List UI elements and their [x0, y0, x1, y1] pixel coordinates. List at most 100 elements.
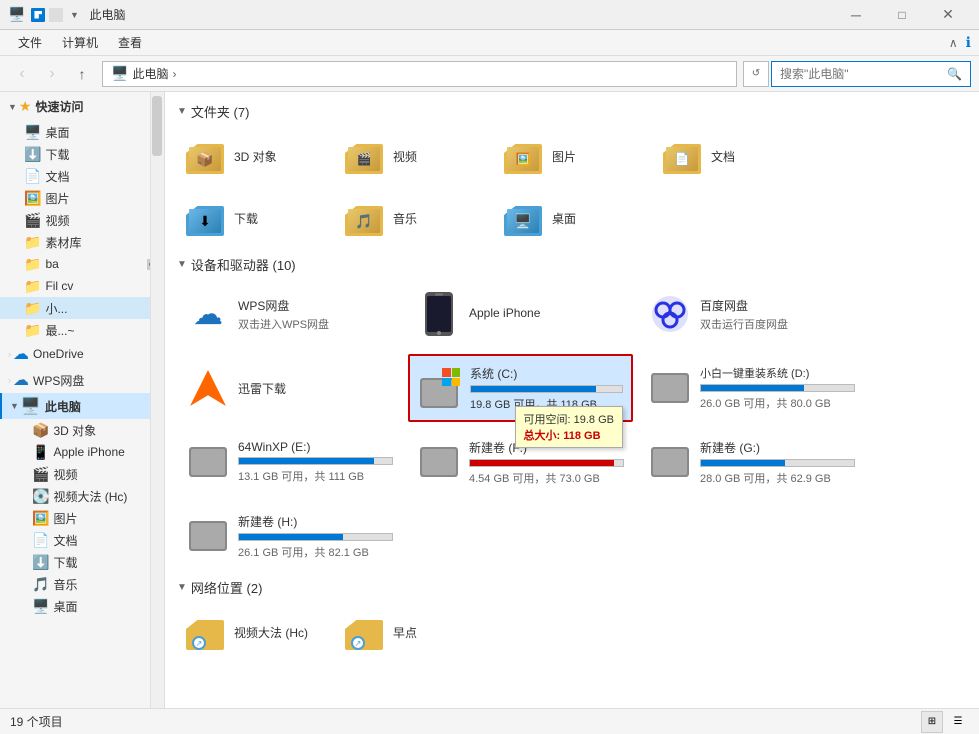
thispc-label: 此电脑 [45, 398, 81, 415]
sidebar-item-doc[interactable]: 📄 文档 📌 [0, 165, 164, 187]
folder-desktop-label: 桌面 [552, 210, 576, 227]
search-bar: 🔍 [771, 61, 971, 87]
sidebar-baer-label: ba [45, 257, 145, 271]
folder-music-label: 音乐 [393, 210, 417, 227]
folder-music[interactable]: 🎵 音乐 [336, 189, 491, 247]
folder-video-label: 视频 [393, 148, 417, 165]
drive-g-details: 28.0 GB 可用，共 62.9 GB [700, 470, 855, 486]
toolbar: ‹ › ↑ 🖥️ 此电脑 › ↺ 🔍 [0, 56, 979, 92]
onedrive-label: OneDrive [33, 347, 84, 361]
drive-h-name: 新建卷 (H:) [238, 513, 393, 530]
maximize-button[interactable]: □ [879, 0, 925, 30]
sidebar: ▼ ★ 快速访问 🖥️ 桌面 📌 ⬇️ 下载 📌 📄 文档 📌 [0, 92, 165, 708]
sidebar-wps[interactable]: › ☁ WPS网盘 [0, 367, 164, 393]
view-large-icon-button[interactable]: ⊞ [921, 711, 943, 733]
view-detail-button[interactable]: ☰ [947, 711, 969, 733]
folder-doc[interactable]: 📄 文档 [654, 127, 809, 185]
status-count: 19 个项目 [10, 713, 63, 730]
folder-picture[interactable]: 🖼️ 图片 [495, 127, 650, 185]
breadcrumb-sep: › [172, 67, 176, 81]
titlebar-icon: 🖥️ [8, 6, 25, 23]
sidebar-item-iphone[interactable]: 📱 Apple iPhone [0, 441, 164, 463]
drive-h[interactable]: 新建卷 (H:) 26.1 GB 可用，共 82.1 GB [177, 502, 402, 570]
drive-c-name: 系统 (C:) [470, 365, 623, 382]
folder-desktop[interactable]: 🖥️ 桌面 [495, 189, 650, 247]
sidebar-sucaiku-label: 素材库 [45, 234, 160, 251]
folders-header[interactable]: ▼ 文件夹 (7) [177, 102, 967, 121]
network-header[interactable]: ▼ 网络位置 (2) [177, 578, 967, 597]
sidebar-download-label: 下载 [45, 146, 150, 163]
sidebar-item-music2[interactable]: 🎵 音乐 [0, 573, 164, 595]
folder-video[interactable]: 🎬 视频 [336, 127, 491, 185]
drive-e-details: 13.1 GB 可用，共 111 GB [238, 468, 393, 484]
drive-d-details: 26.0 GB 可用，共 80.0 GB [700, 395, 855, 411]
network-videohc[interactable]: ↗ 视频大法 (Hc) [177, 603, 332, 661]
folder-download[interactable]: ⬇ 下载 [177, 189, 332, 247]
sidebar-item-video[interactable]: 🎬 视频 [0, 209, 164, 231]
drive-baidu[interactable]: 百度网盘 双击运行百度网盘 [639, 280, 864, 348]
sidebar-item-baer[interactable]: 📁 ba er [0, 253, 164, 275]
drive-f-details: 4.54 GB 可用，共 73.0 GB [469, 470, 624, 486]
drive-d[interactable]: 小白一键重装系统 (D:) 26.0 GB 可用，共 80.0 GB [639, 354, 864, 422]
back-button[interactable]: ‹ [8, 60, 36, 88]
drive-thunder[interactable]: 迅雷下载 [177, 354, 402, 422]
wps-drive-name: WPS网盘 [238, 297, 329, 314]
menu-file[interactable]: 文件 [8, 30, 52, 55]
folder-3d[interactable]: 📦 3D 对象 [177, 127, 332, 185]
sidebar-item-pic2[interactable]: 🖼️ 图片 [0, 507, 164, 529]
search-input[interactable] [780, 67, 947, 81]
sidebar-item-sucaikù[interactable]: 📁 素材库 [0, 231, 164, 253]
wps-label: WPS网盘 [33, 372, 84, 389]
search-icon[interactable]: 🔍 [947, 67, 962, 81]
sidebar-item-dsk2[interactable]: 🖥️ 桌面 [0, 595, 164, 617]
folders-arrow: ▼ [177, 106, 187, 117]
sidebar-item-desktop[interactable]: 🖥️ 桌面 📌 [0, 121, 164, 143]
sidebar-item-small[interactable]: 📁 小... [0, 297, 164, 319]
sidebar-item-filcv[interactable]: 📁 Fil cv [0, 275, 164, 297]
quick-access-label: 快速访问 [35, 98, 83, 115]
menu-computer[interactable]: 计算机 [52, 30, 108, 55]
sidebar-item-last[interactable]: 📁 最...~ [0, 319, 164, 341]
network-zaodian[interactable]: ↗ 早点 [336, 603, 491, 661]
sidebar-thispc[interactable]: ▼ 🖥️ 此电脑 [0, 393, 164, 419]
sidebar-item-3d[interactable]: 📦 3D 对象 [0, 419, 164, 441]
info-icon[interactable]: ℹ [966, 34, 971, 51]
sidebar-item-download[interactable]: ⬇️ 下载 📌 [0, 143, 164, 165]
baidu-drive-sub: 双击运行百度网盘 [700, 316, 788, 332]
breadcrumb-bar[interactable]: 🖥️ 此电脑 › [102, 61, 737, 87]
network-zaodian-label: 早点 [393, 624, 417, 641]
minimize-button[interactable]: ─ [833, 0, 879, 30]
sidebar-item-video2[interactable]: 🎬 视频 [0, 463, 164, 485]
network-arrow: ▼ [177, 582, 187, 593]
baidu-drive-name: 百度网盘 [700, 297, 788, 314]
statusbar: 19 个项目 ⊞ ☰ [0, 708, 979, 734]
sidebar-item-picture[interactable]: 🖼️ 图片 📌 [0, 187, 164, 209]
devices-arrow: ▼ [177, 259, 187, 270]
sidebar-quick-access-header[interactable]: ▼ ★ 快速访问 [0, 92, 164, 121]
sidebar-last-label: 最...~ [45, 322, 160, 339]
sidebar-small-label: 小... [45, 300, 160, 317]
thunder-drive-name: 迅雷下载 [238, 380, 286, 397]
sidebar-item-doc2[interactable]: 📄 文档 [0, 529, 164, 551]
close-button[interactable]: ✕ [925, 0, 971, 30]
folders-grid: 📦 3D 对象 🎬 视频 🖼️ [177, 127, 967, 247]
drive-e[interactable]: 64WinXP (E:) 13.1 GB 可用，共 111 GB [177, 428, 402, 496]
refresh-button[interactable]: ↺ [743, 61, 769, 87]
devices-header[interactable]: ▼ 设备和驱动器 (10) [177, 255, 967, 274]
drive-c[interactable]: 系统 (C:) 19.8 GB 可用，共 118 GB 可用空间: 19.8 G… [408, 354, 633, 422]
sidebar-item-videohc[interactable]: 💽 视频大法 (Hc) [0, 485, 164, 507]
sidebar-onedrive[interactable]: › ☁ OneDrive [0, 341, 164, 367]
sidebar-doc-label: 文档 [45, 168, 150, 185]
drive-g[interactable]: 新建卷 (G:) 28.0 GB 可用，共 62.9 GB [639, 428, 864, 496]
drive-h-details: 26.1 GB 可用，共 82.1 GB [238, 544, 393, 560]
drive-wps[interactable]: ☁ WPS网盘 双击进入WPS网盘 [177, 280, 402, 348]
forward-button[interactable]: › [38, 60, 66, 88]
drive-iphone[interactable]: Apple iPhone [408, 280, 633, 348]
expand-icon[interactable]: ∧ [949, 36, 958, 50]
drive-d-name: 小白一键重装系统 (D:) [700, 365, 855, 381]
folder-download-label: 下载 [234, 210, 258, 227]
sidebar-item-dl2[interactable]: ⬇️ 下载 [0, 551, 164, 573]
folder-3d-label: 3D 对象 [234, 148, 277, 165]
menu-view[interactable]: 查看 [108, 30, 152, 55]
up-button[interactable]: ↑ [68, 60, 96, 88]
